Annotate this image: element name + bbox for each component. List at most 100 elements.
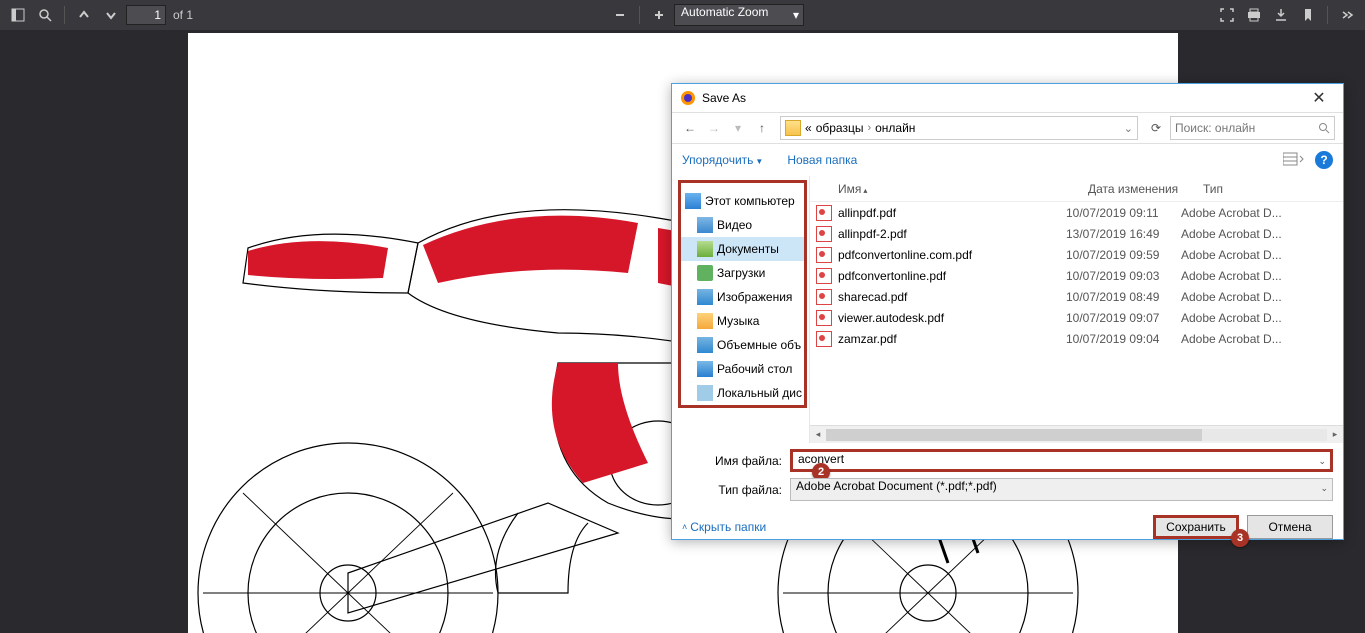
filetype-select[interactable]: Adobe Acrobat Document (*.pdf;*.pdf)⌄ bbox=[790, 478, 1333, 501]
file-name: sharecad.pdf bbox=[838, 290, 1066, 304]
chevron-down-icon[interactable]: ⌄ bbox=[1320, 483, 1328, 494]
file-date: 13/07/2019 16:49 bbox=[1066, 227, 1181, 241]
view-mode-icon[interactable] bbox=[1283, 152, 1305, 169]
path-breadcrumb[interactable]: « образцы › онлайн ⌄ bbox=[780, 116, 1138, 140]
tree-this-pc[interactable]: Этот компьютер bbox=[681, 189, 804, 213]
downloads-icon bbox=[697, 265, 713, 281]
page-number-input[interactable] bbox=[126, 5, 166, 25]
refresh-icon[interactable]: ⟳ bbox=[1146, 118, 1166, 138]
chevron-right-icon: › bbox=[867, 122, 871, 134]
folder-icon bbox=[785, 120, 801, 136]
more-icon[interactable] bbox=[1335, 4, 1359, 26]
file-date: 10/07/2019 09:59 bbox=[1066, 248, 1181, 262]
tree-downloads[interactable]: Загрузки bbox=[681, 261, 804, 285]
search-input[interactable]: Поиск: онлайн bbox=[1170, 116, 1335, 140]
pdf-icon bbox=[816, 331, 832, 347]
annotation-badge-3: 3 bbox=[1231, 529, 1249, 547]
pdf-icon bbox=[816, 310, 832, 326]
pdf-icon bbox=[816, 247, 832, 263]
file-name: viewer.autodesk.pdf bbox=[838, 311, 1066, 325]
scroll-left-icon[interactable]: ◂ bbox=[810, 429, 826, 440]
file-row[interactable]: pdfconvertonline.com.pdf10/07/2019 09:59… bbox=[810, 244, 1343, 265]
tree-desktop[interactable]: Рабочий стол bbox=[681, 357, 804, 381]
zoom-out-icon[interactable] bbox=[608, 4, 632, 26]
file-type: Adobe Acrobat D... bbox=[1181, 332, 1282, 346]
filename-input[interactable]: aconvert⌄ bbox=[790, 449, 1333, 472]
save-as-dialog: Save As ✕ ← → ▾ ↑ « образцы › онлайн ⌄ ⟳… bbox=[671, 83, 1344, 540]
video-icon bbox=[697, 217, 713, 233]
file-type: Adobe Acrobat D... bbox=[1181, 206, 1282, 220]
path-segment[interactable]: образцы bbox=[816, 121, 864, 135]
nav-forward-icon[interactable]: → bbox=[704, 118, 724, 138]
file-date: 10/07/2019 09:04 bbox=[1066, 332, 1181, 346]
file-row[interactable]: pdfconvertonline.pdf10/07/2019 09:03Adob… bbox=[810, 265, 1343, 286]
file-name: allinpdf.pdf bbox=[838, 206, 1066, 220]
file-type: Adobe Acrobat D... bbox=[1181, 227, 1282, 241]
annotation-box-1: 1 Этот компьютер Видео Документы Загрузк… bbox=[678, 180, 807, 408]
file-row[interactable]: viewer.autodesk.pdf10/07/2019 09:07Adobe… bbox=[810, 307, 1343, 328]
nav-up-icon[interactable]: ↑ bbox=[752, 118, 772, 138]
tree-music[interactable]: Музыка bbox=[681, 309, 804, 333]
scroll-thumb[interactable] bbox=[826, 429, 1202, 441]
download-icon[interactable] bbox=[1269, 4, 1293, 26]
scroll-right-icon[interactable]: ▸ bbox=[1327, 429, 1343, 440]
bookmark-icon[interactable] bbox=[1296, 4, 1320, 26]
print-icon[interactable] bbox=[1242, 4, 1266, 26]
tree-images[interactable]: Изображения bbox=[681, 285, 804, 309]
file-row[interactable]: allinpdf.pdf10/07/2019 09:11Adobe Acroba… bbox=[810, 202, 1343, 223]
filename-label: Имя файла: bbox=[682, 454, 782, 468]
tree-local-disk[interactable]: Локальный дис bbox=[681, 381, 804, 405]
desktop-icon bbox=[697, 361, 713, 377]
hide-folders-link[interactable]: ˄Скрыть папки bbox=[682, 520, 766, 534]
images-icon bbox=[697, 289, 713, 305]
pdf-icon bbox=[816, 205, 832, 221]
page-total-label: of 1 bbox=[173, 8, 193, 22]
tree-videos[interactable]: Видео bbox=[681, 213, 804, 237]
file-row[interactable]: zamzar.pdf10/07/2019 09:04Adobe Acrobat … bbox=[810, 328, 1343, 349]
fullscreen-icon[interactable] bbox=[1215, 4, 1239, 26]
file-type: Adobe Acrobat D... bbox=[1181, 248, 1282, 262]
zoom-select[interactable]: Automatic Zoom▾ bbox=[674, 4, 804, 26]
file-date: 10/07/2019 08:49 bbox=[1066, 290, 1181, 304]
tree-3d-objects[interactable]: Объемные объ bbox=[681, 333, 804, 357]
save-button[interactable]: Сохранить bbox=[1153, 515, 1239, 539]
path-segment[interactable]: онлайн bbox=[875, 121, 915, 135]
chevron-down-icon[interactable]: ⌄ bbox=[1318, 456, 1326, 467]
sidebar-toggle-icon[interactable] bbox=[6, 4, 30, 26]
col-name[interactable]: Имя▴ bbox=[838, 182, 1088, 196]
documents-icon bbox=[697, 241, 713, 257]
new-folder-button[interactable]: Новая папка bbox=[787, 153, 857, 167]
zoom-in-icon[interactable] bbox=[647, 4, 671, 26]
sort-asc-icon: ▴ bbox=[863, 186, 867, 195]
search-icon bbox=[1318, 122, 1330, 134]
help-icon[interactable]: ? bbox=[1315, 151, 1333, 169]
file-list-panel: Имя▴ Дата изменения Тип allinpdf.pdf10/0… bbox=[810, 176, 1343, 443]
cancel-button[interactable]: Отмена bbox=[1247, 515, 1333, 539]
pc-icon bbox=[685, 193, 701, 209]
file-row[interactable]: sharecad.pdf10/07/2019 08:49Adobe Acroba… bbox=[810, 286, 1343, 307]
close-icon[interactable]: ✕ bbox=[1303, 88, 1335, 108]
h-scrollbar[interactable]: ◂▸ bbox=[810, 425, 1343, 443]
nav-back-icon[interactable]: ← bbox=[680, 118, 700, 138]
nav-recent-icon[interactable]: ▾ bbox=[728, 118, 748, 138]
chevron-down-icon: ▾ bbox=[793, 8, 799, 22]
tree-documents[interactable]: Документы bbox=[681, 237, 804, 261]
col-date[interactable]: Дата изменения bbox=[1088, 182, 1203, 196]
file-type: Adobe Acrobat D... bbox=[1181, 269, 1282, 283]
find-icon[interactable] bbox=[33, 4, 57, 26]
next-page-icon[interactable] bbox=[99, 4, 123, 26]
file-name: allinpdf-2.pdf bbox=[838, 227, 1066, 241]
file-type: Adobe Acrobat D... bbox=[1181, 311, 1282, 325]
filetype-label: Тип файла: bbox=[682, 483, 782, 497]
organize-menu[interactable]: Упорядочить▼ bbox=[682, 153, 763, 167]
file-name: pdfconvertonline.pdf bbox=[838, 269, 1066, 283]
prev-page-icon[interactable] bbox=[72, 4, 96, 26]
file-row[interactable]: allinpdf-2.pdf13/07/2019 16:49Adobe Acro… bbox=[810, 223, 1343, 244]
col-type[interactable]: Тип bbox=[1203, 182, 1337, 196]
music-icon bbox=[697, 313, 713, 329]
chevron-down-icon[interactable]: ⌄ bbox=[1124, 122, 1133, 135]
pdf-toolbar: of 1 Automatic Zoom▾ bbox=[0, 0, 1365, 30]
file-date: 10/07/2019 09:03 bbox=[1066, 269, 1181, 283]
pdf-icon bbox=[816, 289, 832, 305]
firefox-icon bbox=[680, 90, 696, 106]
